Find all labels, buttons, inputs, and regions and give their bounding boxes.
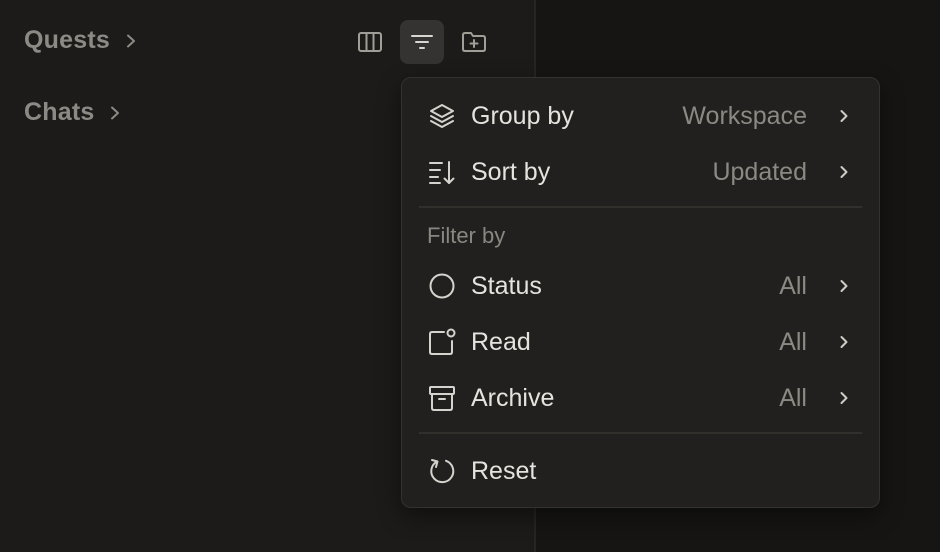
chevron-right-icon bbox=[840, 336, 848, 348]
menu-item-reset[interactable]: Reset bbox=[410, 446, 871, 496]
columns-view-button[interactable] bbox=[348, 20, 392, 64]
filter-icon bbox=[411, 35, 433, 49]
new-folder-icon bbox=[462, 32, 486, 52]
reset-icon bbox=[428, 457, 456, 485]
menu-item-label: Reset bbox=[471, 456, 537, 485]
layers-icon bbox=[428, 102, 456, 130]
sidebar-section-label: Quests bbox=[24, 26, 110, 54]
sidebar-section-quests[interactable]: Quests bbox=[24, 26, 138, 55]
chevron-right-icon bbox=[840, 280, 848, 292]
menu-item-label: Group by bbox=[471, 101, 574, 130]
filter-section-label: Filter by bbox=[427, 223, 506, 248]
archive-icon bbox=[428, 384, 456, 412]
chevron-right-icon bbox=[111, 106, 120, 119]
menu-item-value: All bbox=[779, 327, 807, 356]
menu-item-value: Updated bbox=[712, 157, 807, 186]
menu-item-label: Sort by bbox=[471, 157, 551, 186]
sidebar-section-label: Chats bbox=[24, 98, 95, 126]
new-folder-button[interactable] bbox=[452, 20, 496, 64]
filter-menu: Group by Workspace Sort by Updated Filte… bbox=[401, 77, 880, 508]
menu-item-label: Status bbox=[471, 271, 542, 300]
menu-item-sort-by[interactable]: Sort by Updated bbox=[410, 147, 871, 197]
menu-divider bbox=[419, 206, 862, 208]
sort-icon bbox=[428, 158, 456, 186]
chevron-right-icon bbox=[840, 392, 848, 404]
columns-icon bbox=[358, 32, 382, 52]
sidebar-section-chats[interactable]: Chats bbox=[24, 98, 122, 127]
menu-item-read[interactable]: Read All bbox=[410, 317, 871, 367]
unread-dot-icon bbox=[428, 328, 456, 356]
chevron-right-icon bbox=[126, 34, 135, 47]
chevron-right-icon bbox=[840, 110, 848, 122]
menu-item-value: All bbox=[779, 383, 807, 412]
menu-item-status[interactable]: Status All bbox=[410, 261, 871, 311]
menu-item-group-by[interactable]: Group by Workspace bbox=[410, 91, 871, 141]
menu-item-value: Workspace bbox=[682, 101, 807, 130]
menu-item-label: Archive bbox=[471, 383, 555, 412]
menu-item-value: All bbox=[779, 271, 807, 300]
filter-button[interactable] bbox=[400, 20, 444, 64]
menu-item-archive[interactable]: Archive All bbox=[410, 373, 871, 423]
circle-icon bbox=[428, 272, 456, 300]
menu-item-label: Read bbox=[471, 327, 531, 356]
menu-divider bbox=[419, 432, 862, 434]
chevron-right-icon bbox=[840, 166, 848, 178]
app-window: Quests Chats Group by Workspace Sort by … bbox=[0, 0, 940, 552]
